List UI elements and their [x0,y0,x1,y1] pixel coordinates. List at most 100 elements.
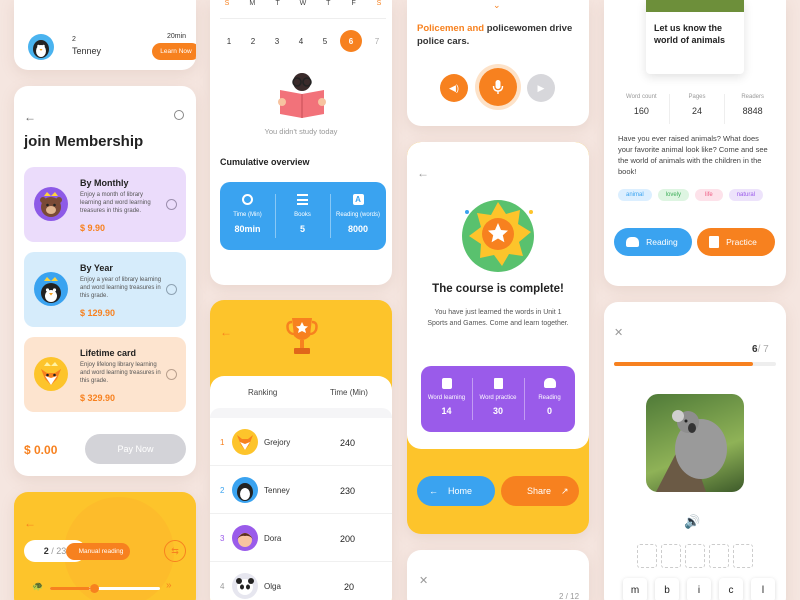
plan-card-monthly[interactable]: By Monthly Enjoy a month of library lear… [24,167,186,242]
arrow-up-right-icon: ↗ [561,485,569,496]
meta-label: Word count [626,94,657,100]
calendar-day[interactable]: 5 [316,37,334,46]
stat-reading: Reading 0 [524,366,575,432]
answer-slot[interactable] [637,544,657,568]
plan-radio[interactable] [166,284,177,295]
calendar-day[interactable]: 3 [268,37,286,46]
answer-slot[interactable] [733,544,753,568]
plan-radio[interactable] [166,199,177,210]
letter-key[interactable]: m [623,578,647,600]
stat-word-learning: Word learning 14 [421,366,472,432]
complete-stats-panel: Word learning 14 Word practice 30 Readin… [421,366,575,432]
tag[interactable]: lovely [657,189,690,201]
chevron-down-icon[interactable]: ⌄ [493,0,501,11]
rabbit-icon: » [166,580,172,591]
back-arrow-icon[interactable]: ← [24,516,36,530]
stat-value: 8000 [347,224,369,234]
quiz-total: / 7 [757,344,769,355]
plan-name: By Year [80,263,113,273]
tag[interactable]: animal [618,189,652,201]
overview-title: Cumulative overview [220,157,310,167]
play-button[interactable]: ▶ [527,74,555,102]
speed-slider[interactable] [50,584,160,593]
back-arrow-icon[interactable]: ← [220,325,232,339]
plan-card-lifetime[interactable]: Lifetime card Enjoy lifelong library lea… [24,337,186,412]
book-meta: Word count 160 Pages 24 Readers 8848 [614,94,780,124]
microphone-icon [492,80,504,94]
bookmark-icon [441,378,452,389]
rank-number: 1 [220,438,225,447]
table-row[interactable]: 4 Olga 20 [210,562,392,600]
manual-reading-toggle[interactable]: Manual reading [66,543,130,560]
pay-now-button[interactable]: Pay Now [85,434,186,464]
letter-key[interactable]: c [719,578,743,600]
weekday: S [376,0,382,7]
practice-label: Practice [726,237,757,247]
calendar-day[interactable]: 1 [220,37,238,46]
info-icon[interactable] [174,110,184,120]
calendar-day[interactable]: 4 [292,37,310,46]
cover-title: Let us know the world of animals [654,23,726,45]
letter-key[interactable]: b [655,578,679,600]
answer-slot[interactable] [661,544,681,568]
table-row[interactable]: 1 Grejory 240 [210,418,392,466]
player-time: 240 [340,438,356,448]
plan-card-yearly[interactable]: By Year Enjoy a year of library learning… [24,252,186,327]
table-row[interactable]: 2 Tenney 230 [210,466,392,514]
girl-avatar [232,525,258,551]
practice-button[interactable]: Practice [697,228,775,256]
calendar-day-selected[interactable]: 6 [340,30,362,52]
table-row[interactable]: 3 Dora 200 [210,514,392,562]
weekday: T [275,0,280,7]
empty-study-text: You didn't study today [264,127,338,136]
back-arrow-icon[interactable]: ← [24,110,36,124]
quiz-progress-fill [614,362,753,366]
page-current: 2 [43,546,49,556]
plan-name: Lifetime card [80,348,137,358]
stat-value: 14 [441,406,452,416]
stat-books: Books 5 [275,182,330,250]
cover-image [646,0,744,12]
answer-slot[interactable] [685,544,705,568]
sentence-text: Policemen and policewomen drive police c… [417,22,583,48]
reading-button[interactable]: Reading [614,228,692,256]
meta-readers: Readers 8848 [725,94,780,124]
player-time: 200 [340,534,356,544]
weekday: M [249,0,256,7]
weekday: S [224,0,230,7]
play-audio-button[interactable]: ◀) [440,74,468,102]
close-icon[interactable]: ✕ [419,574,428,587]
meta-value: 8848 [742,106,763,116]
fox-avatar [34,357,68,391]
stat-label: Reading [538,395,561,401]
back-arrow-icon[interactable]: ← [417,166,429,180]
speaker-icon[interactable]: 🔊 [684,514,700,530]
plan-radio[interactable] [166,369,177,380]
quiz-progress-text: 6/ 7 [752,344,769,355]
stat-words: A Reading (words) 8000 [330,182,386,250]
answer-slot[interactable] [709,544,729,568]
col-ranking-header: Ranking [248,388,278,397]
tag[interactable]: life [695,189,723,201]
settings-icon[interactable]: ⇆ [164,540,186,562]
tag[interactable]: natural [728,189,764,201]
rank-number: 2 [220,486,225,495]
calendar-day[interactable]: 7 [368,37,386,46]
overview-stats-panel: Time (Min) 80min Books 5 A Reading (word… [220,182,386,250]
learn-now-button[interactable]: Learn Now [152,43,196,60]
letter-key[interactable]: i [687,578,711,600]
microphone-button[interactable] [479,68,517,106]
learner-card: 2 Tenney 20min Learn Now [14,0,196,70]
calendar-day[interactable]: 2 [244,37,262,46]
turtle-icon: 🐢 [32,581,44,591]
meta-label: Pages [688,94,706,100]
weekday: W [299,0,307,7]
answer-slots [637,544,753,568]
letter-key[interactable]: l [751,578,775,600]
reading-icon [543,378,556,388]
share-button[interactable]: Share ↗ [501,476,579,506]
plan-name: By Monthly [80,178,129,188]
home-button[interactable]: ← Home [417,476,495,506]
complete-panel: ← The course is complete! You have just … [407,142,589,449]
close-icon[interactable]: ✕ [614,326,623,339]
